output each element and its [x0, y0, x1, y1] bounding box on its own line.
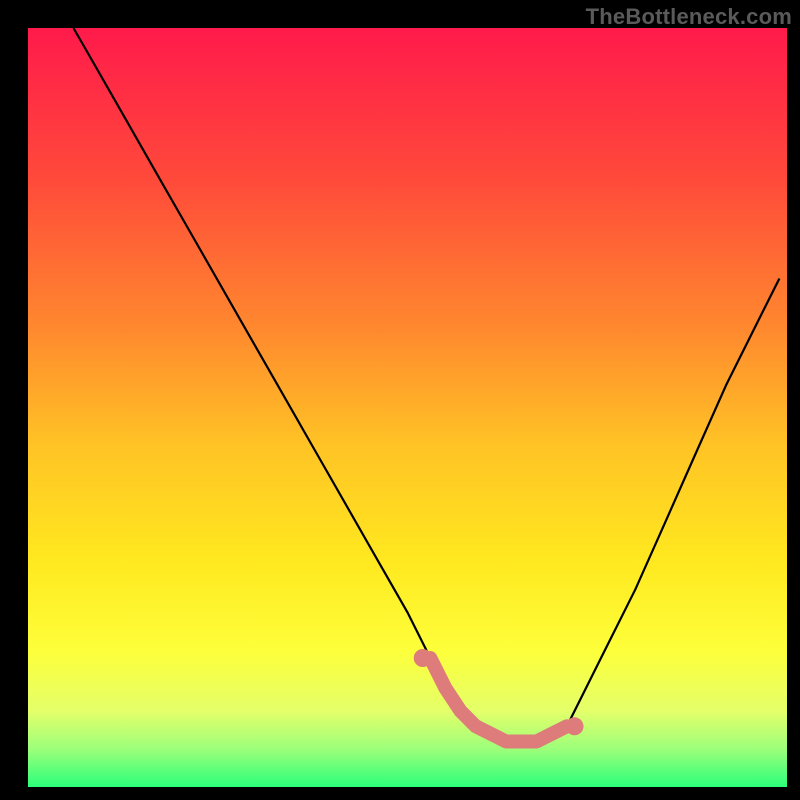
optimal-zone-endpoint [414, 649, 432, 667]
bottleneck-chart [0, 0, 800, 800]
watermark-text: TheBottleneck.com [586, 4, 792, 30]
plot-background [28, 28, 787, 787]
optimal-zone-endpoint [566, 717, 584, 735]
chart-container: TheBottleneck.com [0, 0, 800, 800]
